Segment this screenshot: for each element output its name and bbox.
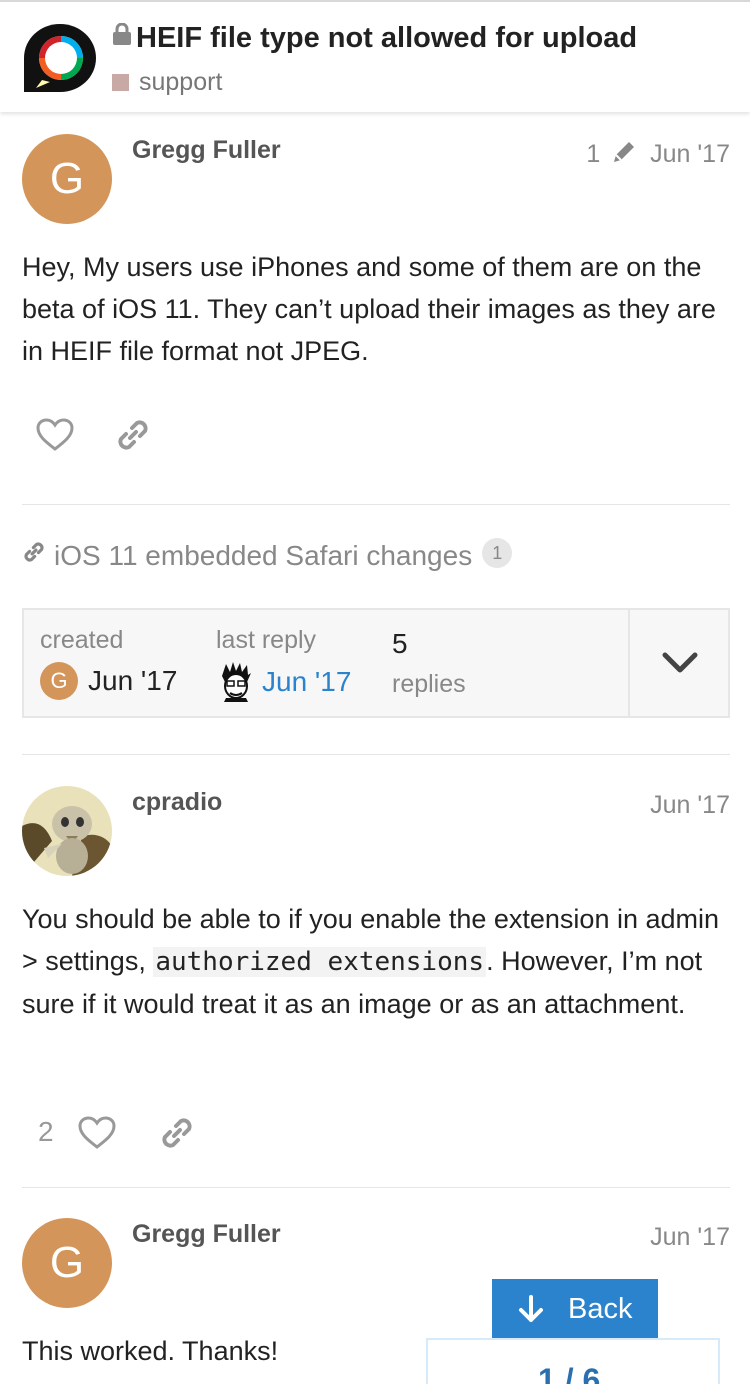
username[interactable]: Gregg Fuller	[132, 1220, 281, 1249]
post-divider	[22, 1187, 730, 1188]
linked-topic[interactable]: iOS 11 embedded Safari changes 1	[22, 538, 513, 572]
category-color-swatch	[112, 74, 129, 91]
username[interactable]: cpradio	[132, 788, 222, 817]
last-reply-date: Jun '17	[262, 666, 352, 697]
replies-label: replies	[392, 670, 466, 698]
post-divider	[22, 754, 730, 755]
created-label: created	[40, 626, 124, 654]
category-label: support	[139, 68, 223, 96]
arrow-down-icon	[519, 1295, 543, 1322]
topic-progress-text: 1 / 6	[538, 1362, 601, 1384]
edit-count[interactable]: 1	[586, 140, 600, 168]
pencil-icon[interactable]	[611, 139, 637, 165]
last-reply-avatar[interactable]	[220, 662, 252, 702]
created-avatar[interactable]: G	[40, 662, 78, 700]
lock-icon	[113, 23, 131, 45]
chevron-down-icon	[662, 652, 698, 673]
linked-topic-count: 1	[482, 538, 513, 568]
last-reply-label: last reply	[216, 626, 317, 654]
share-link-icon[interactable]	[114, 416, 152, 454]
discourse-logo[interactable]	[22, 22, 98, 94]
avatar[interactable]	[22, 786, 112, 876]
link-icon	[24, 542, 44, 562]
post-date[interactable]: Jun '17	[650, 791, 730, 820]
cpradio-avatar-image	[22, 786, 112, 876]
replies-count: 5	[392, 628, 408, 659]
post-meta: 1 Jun '17	[586, 139, 730, 169]
post-body: You should be able to if you enable the …	[22, 898, 730, 1025]
linked-topic-title: iOS 11 embedded Safari changes	[54, 540, 473, 571]
topic-header: HEIF file type not allowed for upload su…	[0, 0, 750, 112]
back-button-label: Back	[568, 1293, 633, 1325]
post-date[interactable]: Jun '17	[650, 140, 730, 168]
avatar[interactable]: G	[22, 134, 112, 224]
username[interactable]: Gregg Fuller	[132, 136, 281, 165]
avatar[interactable]: G	[22, 1218, 112, 1308]
share-link-icon[interactable]	[158, 1114, 196, 1152]
post-body: Hey, My users use iPhones and some of th…	[22, 252, 716, 366]
like-count[interactable]: 2	[38, 1116, 54, 1148]
created-date: Jun '17	[88, 665, 178, 696]
post-date[interactable]: Jun '17	[650, 1223, 730, 1252]
topic-map: created G Jun '17 last reply Jun '17 5 re…	[22, 608, 730, 718]
inline-code: authorized extensions	[153, 947, 487, 977]
post-divider	[22, 504, 730, 505]
topic-title[interactable]: HEIF file type not allowed for upload	[112, 22, 637, 55]
back-button[interactable]: Back	[492, 1279, 658, 1339]
expand-topic-map-button[interactable]	[628, 610, 730, 716]
like-heart-icon[interactable]	[36, 418, 74, 452]
topic-progress[interactable]: 1 / 6	[426, 1338, 720, 1384]
like-heart-icon[interactable]	[78, 1116, 116, 1150]
topic-title-text: HEIF file type not allowed for upload	[136, 22, 638, 54]
last-reply-info[interactable]: Jun '17	[220, 662, 351, 702]
category-badge[interactable]: support	[112, 68, 222, 97]
created-info[interactable]: G Jun '17	[40, 662, 177, 700]
